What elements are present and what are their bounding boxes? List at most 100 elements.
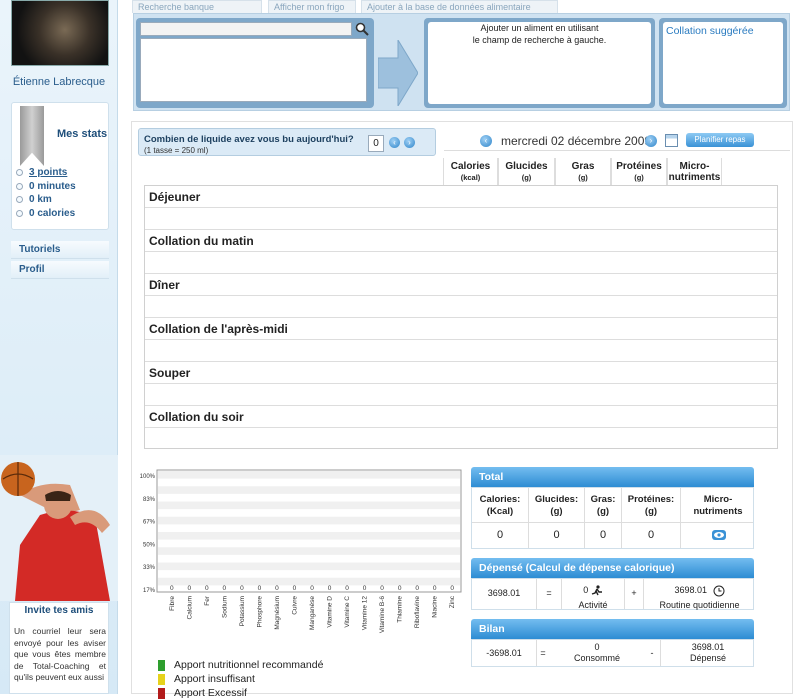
basketball-player-image — [0, 455, 118, 601]
avatar[interactable] — [11, 0, 109, 66]
x-tick-label: Cuivre — [291, 596, 298, 615]
x-tick-label: Vitamine B-6 — [379, 596, 386, 633]
bilan-equals: = — [540, 648, 546, 658]
view-micronutrients-icon[interactable] — [712, 530, 726, 540]
invite-text: Un courriel leur sera envoyé pour les av… — [14, 626, 106, 682]
routine-label: Routine quotidienne — [659, 600, 740, 610]
search-results-list[interactable] — [140, 38, 367, 102]
stat-minutes: 0 minutes — [16, 181, 76, 192]
liquid-quantity-field[interactable]: 0 — [368, 135, 384, 152]
bar-value-label: 0 — [223, 585, 227, 592]
x-tick-label: Manganèse — [309, 596, 316, 630]
decrease-liquid-button[interactable]: ‹ — [389, 137, 400, 148]
total-value-gras: 0 — [599, 529, 607, 541]
bar-value-label: 0 — [398, 585, 402, 592]
tab-ajouter-base[interactable]: Ajouter à la base de données alimentaire — [361, 0, 558, 13]
meal-collation-soir[interactable]: Collation du soir — [145, 406, 777, 428]
meal-row-empty — [145, 296, 777, 318]
increase-liquid-button[interactable]: › — [404, 137, 415, 148]
suggestion-title[interactable]: Collation suggérée — [663, 22, 783, 104]
bar-value-label: 0 — [380, 585, 384, 592]
bar-value-label: 0 — [293, 585, 297, 592]
total-divider — [472, 522, 753, 523]
meal-dejeuner[interactable]: Déjeuner — [145, 186, 777, 208]
y-tick-label: 50% — [143, 542, 156, 548]
stat-points[interactable]: 3 points — [16, 167, 67, 178]
total-value-glucides: 0 — [553, 529, 560, 541]
bar-value-label: 0 — [258, 585, 262, 592]
column-header-gras: Gras (g) — [555, 158, 611, 186]
search-input[interactable] — [140, 22, 352, 36]
hint-line-2: le champ de recherche à gauche. — [472, 35, 607, 45]
consumed-label: Consommé — [573, 653, 620, 663]
x-tick-label: Vitamine C — [344, 596, 351, 628]
x-tick-label: Fibre — [169, 596, 176, 611]
bar-value-label: 0 — [310, 585, 314, 592]
sidebar-item-profil[interactable]: Profil — [11, 261, 109, 279]
bullet-icon — [16, 168, 23, 176]
bar-value-label: 0 — [433, 585, 437, 592]
chart-grid-band — [158, 486, 460, 494]
x-tick-label: Fer — [204, 595, 211, 606]
liquid-unit-note: (1 tasse = 250 ml) — [144, 146, 209, 155]
bar-value-label: 0 — [363, 585, 367, 592]
chart-grid-band — [158, 547, 460, 555]
legend-label-excessive: Apport Excessif — [174, 687, 247, 699]
legend-swatch-insufficient — [158, 674, 165, 685]
sidebar-item-tutoriels[interactable]: Tutoriels — [11, 241, 109, 259]
bar-value-label: 0 — [205, 585, 209, 592]
clock-icon — [713, 585, 725, 600]
username[interactable]: Étienne Labrecque — [0, 76, 118, 88]
tab-recherche[interactable]: Recherche banque d'aliments — [132, 0, 262, 25]
meal-collation-matin[interactable]: Collation du matin — [145, 230, 777, 252]
depense-activity: 0 Activité — [562, 585, 624, 611]
tab-frigo[interactable]: Afficher mon frigo — [268, 0, 356, 13]
bilan-panel: -3698.01 = 0 Consommé - 3698.01 Dépensé — [471, 639, 754, 667]
search-icon[interactable] — [354, 21, 370, 37]
y-tick-label: 83% — [143, 497, 156, 503]
calendar-icon[interactable] — [665, 134, 678, 147]
meal-row-empty — [145, 208, 777, 230]
meal-collation-apres-midi[interactable]: Collation de l'après-midi — [145, 318, 777, 340]
chart-grid-band — [158, 471, 460, 479]
bar-value-label: 0 — [328, 585, 332, 592]
total-panel: Calories: (Kcal) Glucides: (g) Gras: (g)… — [471, 487, 754, 549]
x-tick-label: Magnésium — [274, 596, 281, 630]
column-header-proteines: Protéines (g) — [611, 158, 667, 186]
bilan-panel-header: Bilan — [471, 619, 754, 639]
next-day-button[interactable]: › — [645, 135, 657, 147]
chart-grid-band — [158, 562, 460, 571]
previous-day-button[interactable]: ‹ — [480, 135, 492, 147]
total-col-divider — [680, 488, 681, 548]
bar-value-label: 0 — [450, 585, 454, 592]
consumed-value: 0 — [594, 642, 600, 652]
running-icon — [591, 585, 603, 600]
bullet-icon — [16, 195, 23, 203]
depense-panel: 3698.01 = 0 Activité + 3698.01 Routine q… — [471, 578, 754, 610]
depense-plus: + — [631, 588, 637, 598]
meal-souper[interactable]: Souper — [145, 362, 777, 384]
bar-value-label: 0 — [170, 585, 174, 592]
spent-label: Dépensé — [689, 653, 727, 663]
bar-value-label: 0 — [345, 585, 349, 592]
total-value-calories: 0 — [496, 529, 504, 541]
y-tick-label: 100% — [140, 474, 156, 480]
meal-diner[interactable]: Dîner — [145, 274, 777, 296]
column-header-glucides: Glucides (g) — [498, 158, 555, 186]
y-tick-label: 33% — [143, 565, 156, 571]
total-header-micronutriments: Micro- nutriments — [693, 494, 743, 517]
bar-value-label: 0 — [415, 585, 419, 592]
bullet-icon — [16, 209, 23, 217]
y-tick-label: 67% — [143, 520, 156, 526]
total-header-calories: Calories: (Kcal) — [479, 494, 521, 517]
column-header-calories: Calories (kcal) — [443, 158, 498, 186]
meal-row-empty — [145, 252, 777, 274]
stat-calories: 0 calories — [16, 208, 75, 219]
depense-total: 3698.01 — [487, 588, 521, 598]
total-header-glucides: Glucides: (g) — [534, 494, 579, 517]
x-tick-label: Potassium — [239, 596, 246, 626]
total-header-proteines: Protéines: (g) — [627, 494, 675, 517]
x-tick-label: Thiamine — [397, 596, 404, 623]
plan-meals-button[interactable]: Planifier repas — [686, 133, 754, 147]
depense-routine: 3698.01 Routine quotidienne — [644, 585, 755, 611]
